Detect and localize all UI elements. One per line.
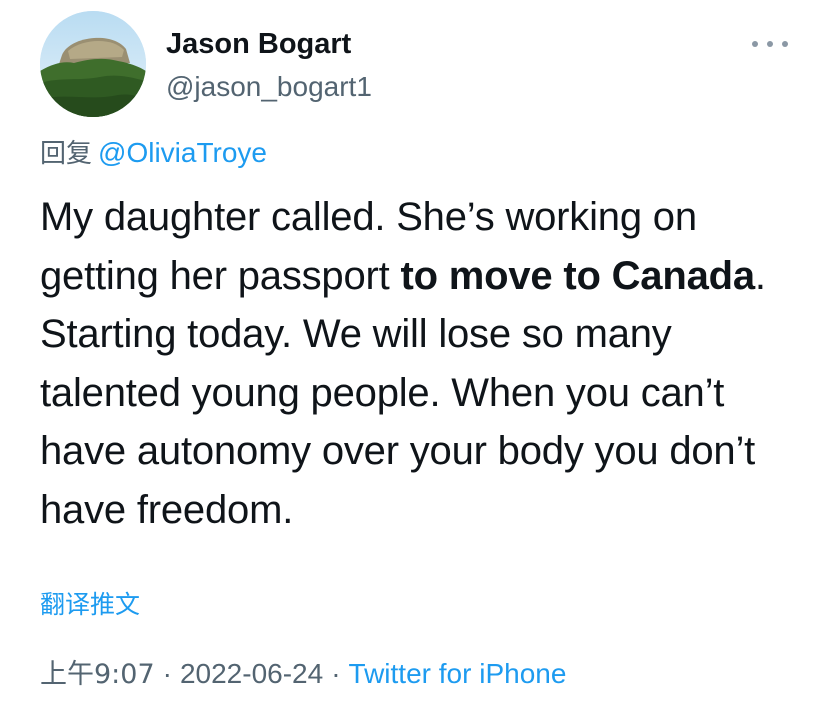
more-horizontal-icon bbox=[752, 41, 758, 47]
more-options-button[interactable] bbox=[752, 30, 788, 58]
more-horizontal-icon bbox=[767, 41, 773, 47]
reply-mention-link[interactable]: @OliviaTroye bbox=[98, 137, 267, 168]
tweet-text: My daughter called. She’s working on get… bbox=[40, 188, 810, 539]
meta-separator: · bbox=[162, 658, 172, 689]
tweet-text-bold: to move to Canada bbox=[400, 253, 755, 298]
reply-context: 回复 @OliviaTroye bbox=[40, 135, 267, 172]
tweet-date[interactable]: 2022-06-24 bbox=[180, 658, 323, 689]
author-handle[interactable]: @jason_bogart1 bbox=[166, 70, 372, 104]
tweet-card: Jason Bogart @jason_bogart1 回复 @OliviaTro… bbox=[0, 0, 828, 709]
author-display-name[interactable]: Jason Bogart bbox=[166, 26, 351, 62]
tweet-time[interactable]: 上午9:07 bbox=[40, 659, 155, 690]
avatar-mountain-photo bbox=[40, 11, 146, 117]
more-horizontal-icon bbox=[782, 41, 788, 47]
avatar[interactable] bbox=[40, 11, 146, 117]
reply-prefix: 回复 bbox=[40, 139, 93, 169]
tweet-source-link[interactable]: Twitter for iPhone bbox=[349, 658, 567, 689]
meta-separator: · bbox=[331, 658, 341, 689]
translate-tweet-link[interactable]: 翻译推文 bbox=[40, 588, 140, 622]
tweet-metadata: 上午9:07 · 2022-06-24 · Twitter for iPhone bbox=[40, 655, 566, 694]
